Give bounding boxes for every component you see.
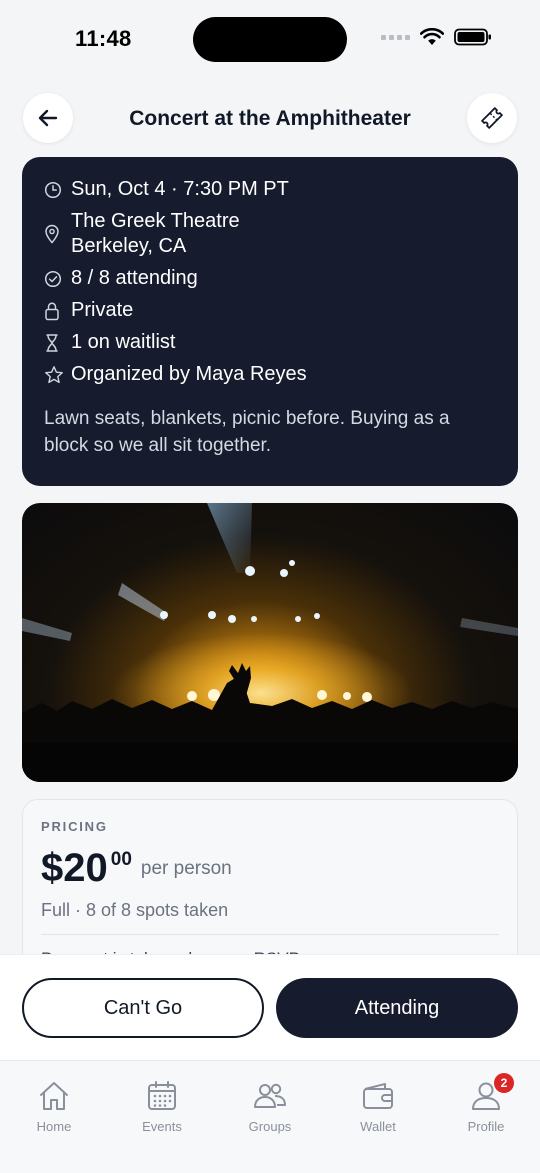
home-icon bbox=[36, 1079, 72, 1113]
pricing-status: Full · 8 of 8 spots taken bbox=[41, 900, 229, 920]
event-privacy: Private bbox=[71, 299, 134, 321]
location-pin-icon bbox=[44, 209, 66, 259]
event-description: Lawn seats, blankets, picnic before. Buy… bbox=[44, 408, 450, 456]
tab-home[interactable]: Home bbox=[0, 1061, 108, 1173]
lock-icon bbox=[44, 298, 66, 323]
rsvp-action-bar: Can't Go Attending bbox=[0, 954, 540, 1060]
event-info-card: Sun, Oct 4 · 7:30 PM PT The Greek Theatr… bbox=[22, 157, 518, 486]
info-row-attendance: 8 / 8 attending bbox=[44, 266, 496, 291]
tab-wallet[interactable]: Wallet bbox=[324, 1061, 432, 1173]
status-icons bbox=[381, 28, 492, 46]
info-row-waitlist: 1 on waitlist bbox=[44, 330, 496, 355]
info-row-location[interactable]: The Greek Theatre Berkeley, CA bbox=[44, 209, 496, 259]
cant-go-button[interactable]: Can't Go bbox=[22, 978, 264, 1038]
ticket-button[interactable] bbox=[467, 93, 517, 143]
info-row-organizer: Organized by Maya Reyes bbox=[44, 362, 496, 387]
groups-icon bbox=[252, 1079, 288, 1113]
notification-badge: 2 bbox=[494, 1073, 514, 1093]
event-photo bbox=[22, 503, 518, 782]
tab-events[interactable]: Events bbox=[108, 1061, 216, 1173]
event-attendance: 8 / 8 attending bbox=[71, 267, 198, 289]
attending-button[interactable]: Attending bbox=[276, 978, 518, 1038]
tab-home-label: Home bbox=[36, 1119, 72, 1134]
concert-illustration bbox=[22, 503, 518, 782]
wifi-icon bbox=[420, 28, 444, 45]
event-datetime: Sun, Oct 4 · 7:30 PM PT bbox=[71, 178, 289, 200]
star-icon bbox=[44, 362, 66, 387]
divider bbox=[41, 934, 499, 935]
tab-profile-label: Profile bbox=[467, 1119, 505, 1134]
info-row-privacy: Private bbox=[44, 298, 496, 323]
price-dollars: $20 bbox=[41, 846, 108, 890]
tab-wallet-label: Wallet bbox=[360, 1119, 396, 1134]
tab-profile[interactable]: 2 Profile bbox=[432, 1061, 540, 1173]
pricing-label: PRICING bbox=[41, 819, 108, 834]
check-circle-icon bbox=[44, 266, 66, 291]
tab-groups[interactable]: Groups bbox=[216, 1061, 324, 1173]
header: Concert at the Amphitheater bbox=[0, 91, 540, 147]
wallet-icon bbox=[360, 1079, 396, 1113]
info-row-datetime: Sun, Oct 4 · 7:30 PM PT bbox=[44, 177, 496, 202]
tab-bar: Home Events Groups Wallet 2 Profile bbox=[0, 1060, 540, 1173]
calendar-icon bbox=[144, 1079, 180, 1113]
dynamic-island bbox=[193, 17, 347, 62]
price-per: per person bbox=[140, 858, 232, 879]
status-time: 11:48 bbox=[75, 26, 132, 51]
tab-events-label: Events bbox=[142, 1119, 182, 1134]
clock-icon bbox=[44, 177, 66, 202]
page-title: Concert at the Amphitheater bbox=[129, 107, 411, 130]
hourglass-icon bbox=[44, 330, 66, 355]
battery-icon bbox=[454, 28, 491, 46]
price-cents: 00 bbox=[110, 849, 132, 870]
profile-icon: 2 bbox=[468, 1073, 514, 1113]
tab-groups-label: Groups bbox=[248, 1119, 292, 1134]
event-location: The Greek Theatre Berkeley, CA bbox=[71, 210, 240, 257]
cellular-signal-icon bbox=[381, 34, 410, 40]
price-line: $20 00 per person bbox=[41, 846, 499, 890]
event-waitlist: 1 on waitlist bbox=[71, 331, 176, 353]
ticket-icon bbox=[481, 107, 503, 129]
event-organizer: Organized by Maya Reyes bbox=[71, 363, 307, 385]
status-bar: 11:48 bbox=[0, 0, 540, 80]
